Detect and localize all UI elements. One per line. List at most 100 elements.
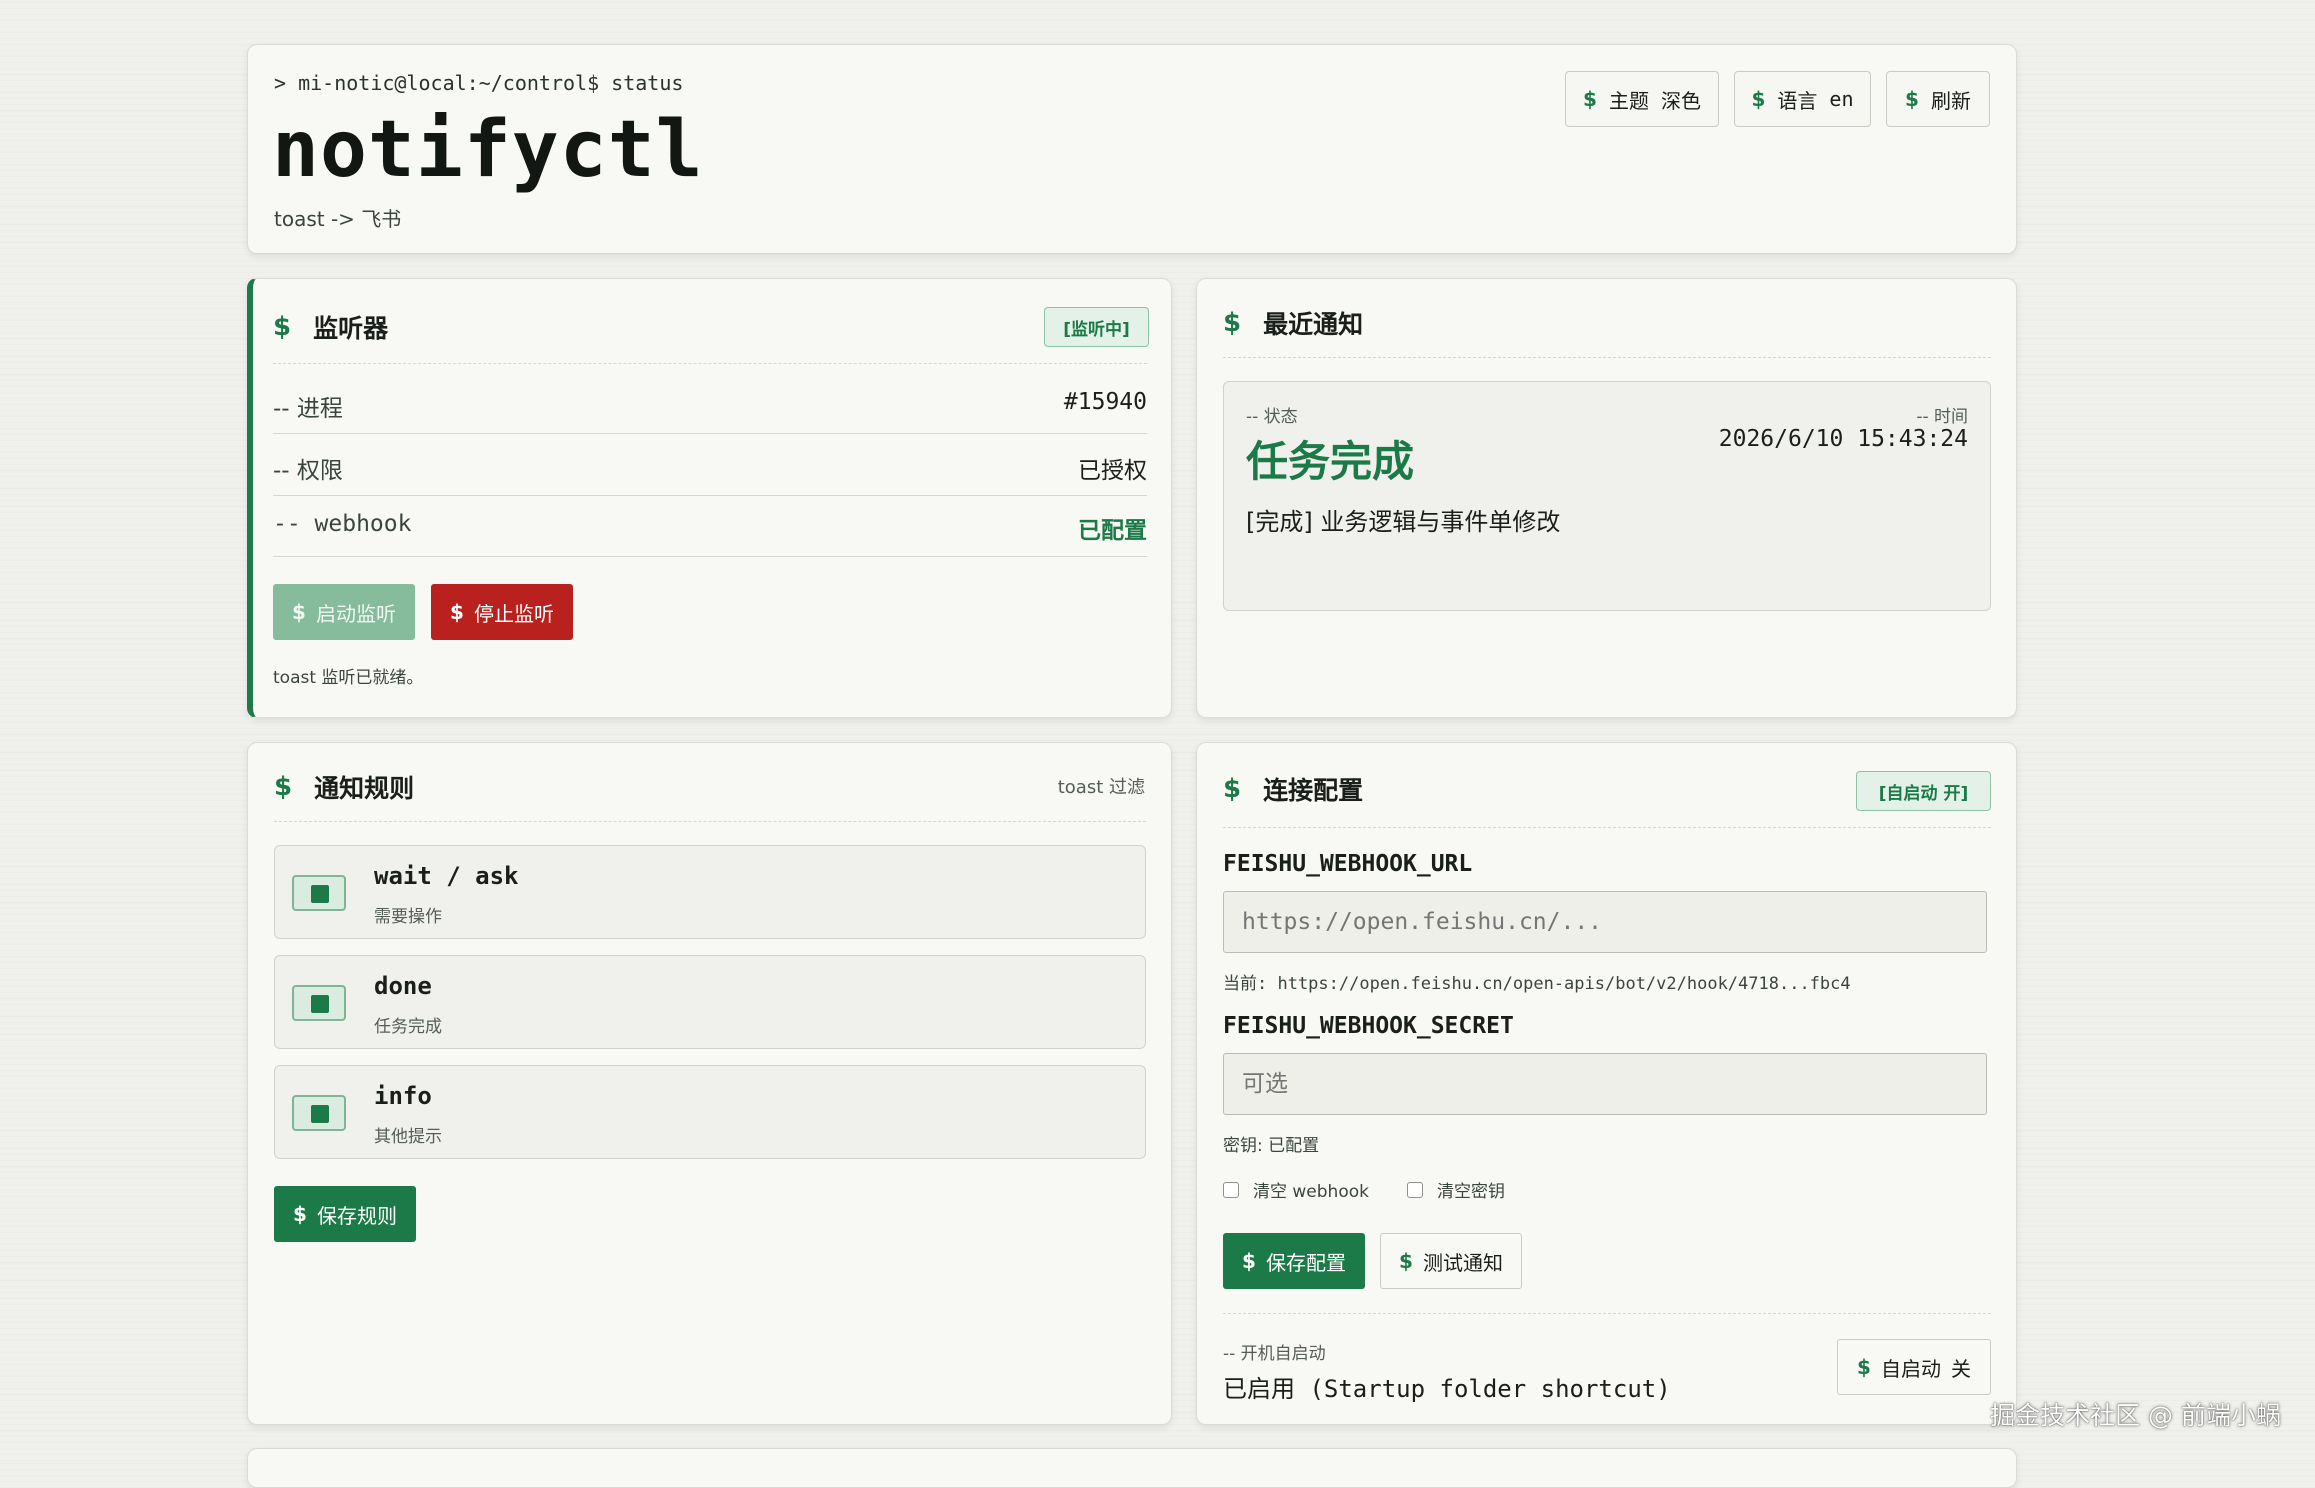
dollar-icon: $ — [292, 600, 306, 624]
app-subtitle: toast -> 飞书 — [274, 207, 402, 231]
autostart-toggle-button[interactable]: $ 自启动 关 — [1837, 1339, 1991, 1395]
listener-card: $ 监听器 [监听中] -- 进程 #15940 -- 权限 已授权 -- we… — [247, 278, 1172, 718]
process-label: -- 进程 — [273, 396, 343, 422]
theme-button-label: 主题 — [1608, 88, 1649, 113]
dollar-icon: $ — [1905, 87, 1919, 111]
rule-item-wait-ask[interactable]: wait / ask 需要操作 — [274, 845, 1146, 939]
permission-label: -- 权限 — [273, 458, 343, 484]
save-rules-label: 保存规则 — [316, 1203, 397, 1228]
dollar-icon: $ — [273, 312, 292, 342]
divider — [1223, 357, 1991, 358]
watermark: 掘金技术社区 @ 前端小蜗 — [1990, 1401, 2281, 1430]
autostart-button-value: 关 — [1950, 1356, 1971, 1381]
clear-secret-checkbox[interactable]: 清空密钥 — [1407, 1177, 1505, 1202]
secret-status: 密钥: 已配置 — [1223, 1136, 1320, 1156]
dollar-icon: $ — [1857, 1355, 1871, 1379]
dollar-icon: $ — [1583, 87, 1597, 111]
dollar-icon: $ — [450, 600, 464, 624]
rule-description: 任务完成 — [374, 1017, 442, 1037]
toggle-knob — [311, 1105, 329, 1123]
divider — [1223, 1313, 1991, 1314]
webhook-url-label: FEISHU_WEBHOOK_URL — [1223, 851, 1473, 877]
header-card: > mi-notic@local:~/control$ status notif… — [247, 44, 2017, 254]
status-label: -- 状态 — [1246, 407, 1298, 427]
listener-status-badge: [监听中] — [1044, 307, 1149, 347]
clear-webhook-checkbox[interactable]: 清空 webhook — [1223, 1177, 1369, 1202]
listener-title-text: 监听器 — [313, 314, 389, 343]
rules-title-text: 通知规则 — [314, 774, 415, 803]
dollar-icon: $ — [1399, 1249, 1413, 1273]
stop-listen-label: 停止监听 — [473, 601, 554, 626]
autostart-button-label: 自启动 — [1880, 1356, 1941, 1381]
status-value: 任务完成 — [1246, 437, 1415, 486]
dollar-icon: $ — [293, 1202, 307, 1226]
recent-card: $ 最近通知 -- 状态 -- 时间 任务完成 2026/6/10 15:43:… — [1196, 278, 2017, 718]
checkbox-box[interactable] — [1223, 1181, 1239, 1198]
refresh-button[interactable]: $ 刷新 — [1886, 71, 1990, 127]
test-notification-label: 测试通知 — [1422, 1250, 1503, 1275]
recent-title-text: 最近通知 — [1263, 310, 1364, 339]
language-button-value: en — [1829, 87, 1854, 111]
webhook-label: -- webhook — [273, 511, 412, 537]
shell-prompt: > mi-notic@local:~/control$ status — [274, 71, 684, 95]
rules-title: $ 通知规则 — [274, 769, 414, 805]
rule-toggle[interactable] — [292, 985, 346, 1021]
autostart-badge: [自启动 开] — [1856, 771, 1991, 811]
test-notification-button[interactable]: $ 测试通知 — [1380, 1233, 1522, 1289]
rule-toggle[interactable] — [292, 1095, 346, 1131]
autostart-label: -- 开机自启动 — [1223, 1344, 1326, 1364]
recent-title: $ 最近通知 — [1223, 305, 1363, 341]
theme-button[interactable]: $ 主题 深色 — [1565, 71, 1719, 127]
row-divider — [273, 495, 1147, 496]
save-config-button[interactable]: $ 保存配置 — [1223, 1233, 1365, 1289]
stop-listen-button[interactable]: $ 停止监听 — [431, 584, 573, 640]
dollar-icon: $ — [274, 772, 293, 802]
webhook-secret-label: FEISHU_WEBHOOK_SECRET — [1223, 1013, 1514, 1039]
rule-name: wait / ask — [374, 862, 519, 890]
toggle-knob — [311, 885, 329, 903]
next-card — [247, 1448, 2017, 1488]
start-listen-button[interactable]: $ 启动监听 — [273, 584, 415, 640]
webhook-secret-input[interactable] — [1223, 1053, 1987, 1115]
language-button[interactable]: $ 语言 en — [1734, 71, 1871, 127]
notification-message: [完成] 业务逻辑与事件单修改 — [1246, 508, 1561, 536]
webhook-current-url: 当前: https://open.feishu.cn/open-apis/bot… — [1223, 974, 1851, 994]
clear-secret-label: 清空密钥 — [1437, 1182, 1505, 1202]
listener-status-text: toast 监听已就绪。 — [273, 668, 424, 688]
rule-description: 需要操作 — [374, 907, 442, 927]
dollar-icon: $ — [1223, 774, 1242, 804]
time-label: -- 时间 — [1916, 407, 1968, 427]
rules-card: $ 通知规则 toast 过滤 wait / ask 需要操作 done 任务完… — [247, 742, 1172, 1425]
app-title: notifyctl — [272, 105, 704, 195]
time-value: 2026/6/10 15:43:24 — [1718, 426, 1968, 452]
dollar-icon: $ — [1223, 308, 1242, 338]
save-rules-button[interactable]: $ 保存规则 — [274, 1186, 416, 1242]
listener-title: $ 监听器 — [273, 309, 388, 345]
language-button-label: 语言 — [1777, 88, 1818, 113]
rules-hint: toast 过滤 — [1057, 777, 1145, 798]
dollar-icon: $ — [1751, 87, 1766, 111]
connection-title-text: 连接配置 — [1263, 776, 1364, 805]
permission-value: 已授权 — [1078, 458, 1147, 484]
refresh-button-label: 刷新 — [1930, 88, 1971, 113]
webhook-url-input[interactable] — [1223, 891, 1987, 953]
theme-button-value: 深色 — [1660, 88, 1701, 113]
connection-card: $ 连接配置 [自启动 开] FEISHU_WEBHOOK_URL 当前: ht… — [1196, 742, 2017, 1425]
row-divider — [273, 433, 1147, 434]
divider — [1223, 827, 1991, 828]
rule-description: 其他提示 — [374, 1127, 442, 1147]
process-value: #15940 — [1063, 389, 1147, 415]
rule-item-done[interactable]: done 任务完成 — [274, 955, 1146, 1049]
clear-webhook-label: 清空 webhook — [1253, 1182, 1369, 1202]
row-divider — [273, 556, 1147, 557]
divider — [273, 363, 1147, 364]
rule-name: done — [374, 972, 432, 1000]
save-config-label: 保存配置 — [1265, 1250, 1346, 1275]
notification-box: -- 状态 -- 时间 任务完成 2026/6/10 15:43:24 [完成]… — [1223, 381, 1991, 611]
rule-name: info — [374, 1082, 432, 1110]
divider — [274, 821, 1146, 822]
rule-toggle[interactable] — [292, 875, 346, 911]
checkbox-box[interactable] — [1407, 1181, 1423, 1198]
rule-item-info[interactable]: info 其他提示 — [274, 1065, 1146, 1159]
connection-title: $ 连接配置 — [1223, 771, 1363, 807]
